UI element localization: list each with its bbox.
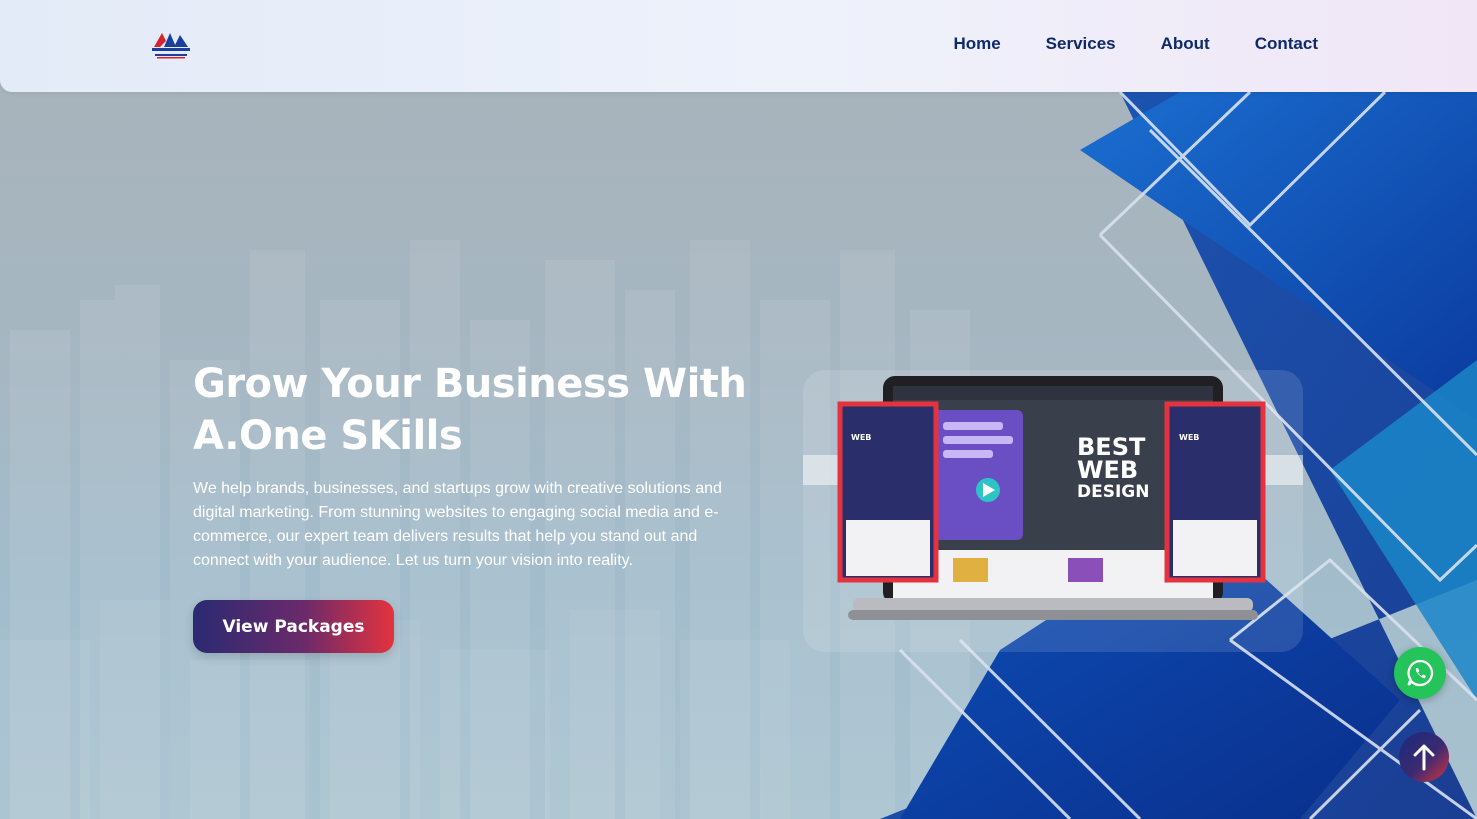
top-navbar: Home Services About Contact [0,0,1477,92]
nav-home[interactable]: Home [953,34,1000,54]
laptop-illustration: BEST WEB DESIGN WEB WEB [803,376,1303,620]
nav-services[interactable]: Services [1046,34,1116,54]
brand-logo[interactable] [150,29,192,61]
screen-headline-3: DESIGN [1077,482,1149,502]
hero-title: Grow Your Business With A.One SKills [193,361,747,459]
screen-headline-2: WEB [1077,456,1138,484]
nav-about[interactable]: About [1161,34,1210,54]
side-card-right-label: WEB [1179,433,1199,442]
view-packages-button[interactable]: View Packages [193,600,394,653]
laptop-showcase: BEST WEB DESIGN WEB WEB [803,370,1303,652]
logo-icon [152,33,190,59]
whatsapp-icon [1407,659,1434,687]
side-card-left-label: WEB [851,433,871,442]
main-nav: Home Services About Contact [953,34,1318,54]
hero-description: We help brands, businesses, and startups… [193,480,722,569]
scroll-to-top-button[interactable] [1399,732,1449,782]
nav-contact[interactable]: Contact [1255,34,1318,54]
whatsapp-button[interactable] [1394,647,1446,699]
arrow-up-icon [1413,744,1435,771]
